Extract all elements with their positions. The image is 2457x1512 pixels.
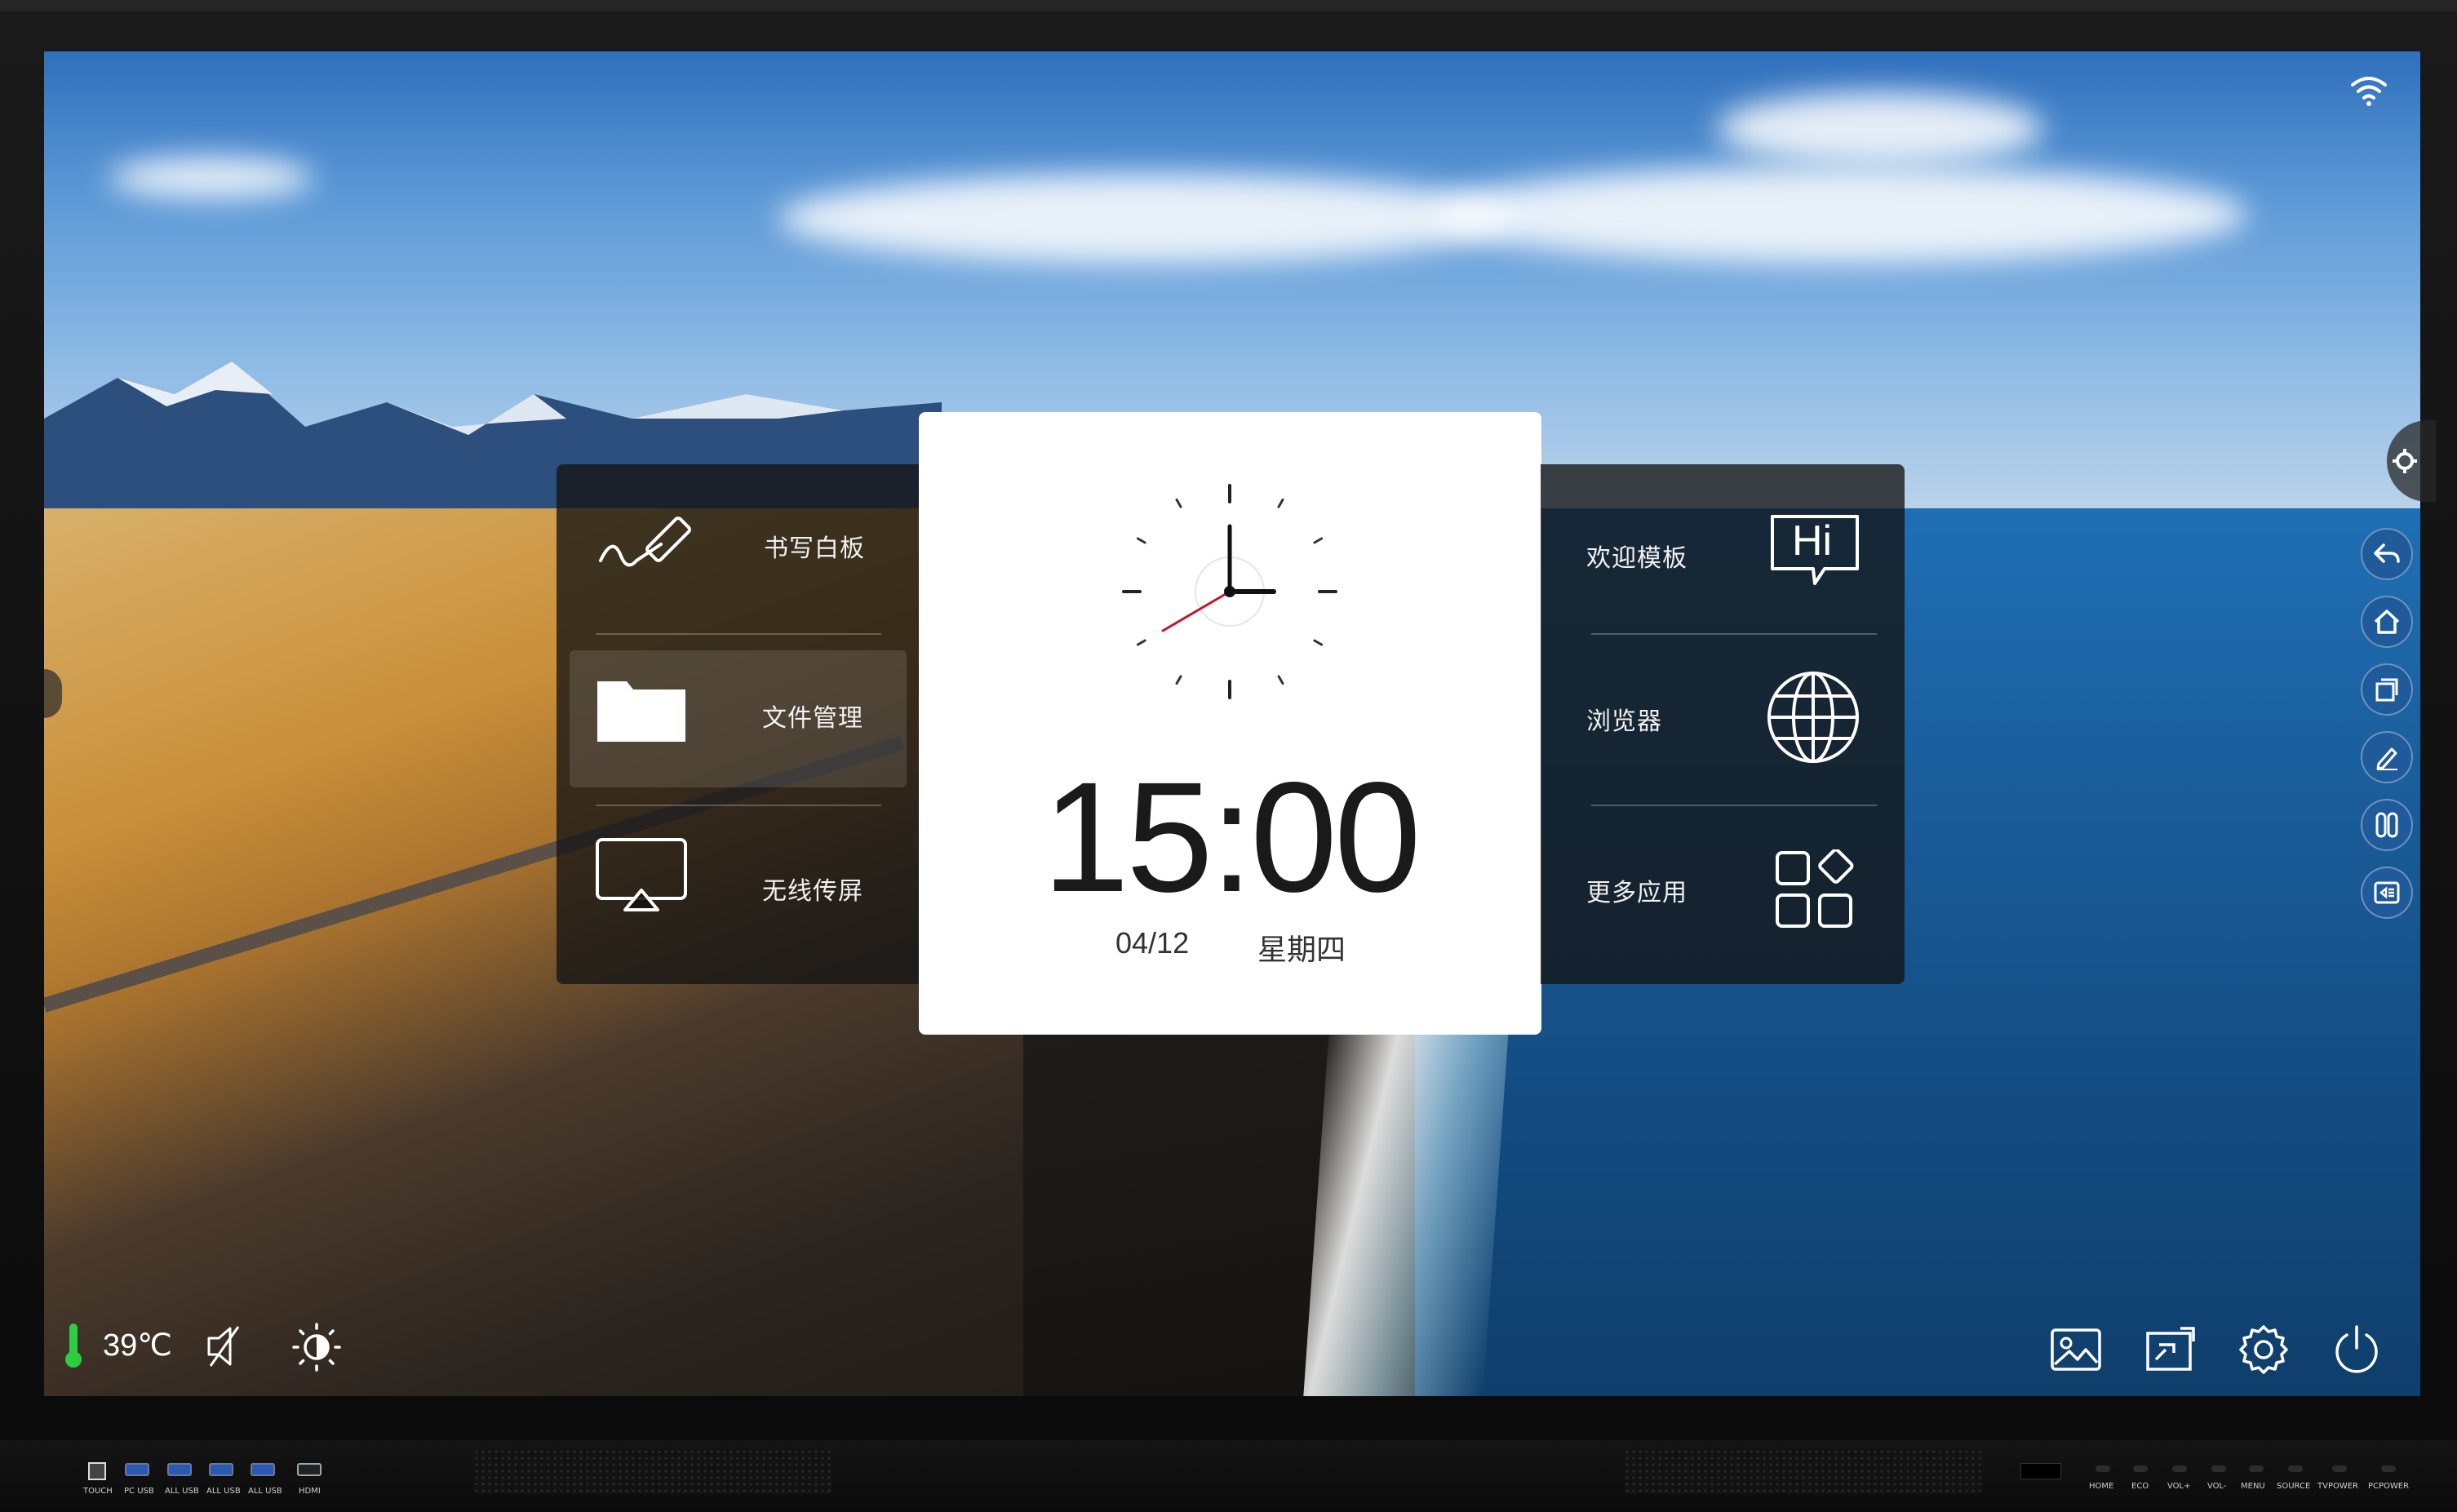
port-label: ALL USB xyxy=(206,1487,241,1496)
brightness-icon[interactable] xyxy=(291,1322,342,1372)
side-annotate-button[interactable] xyxy=(2361,731,2413,783)
bezel-top-edge xyxy=(0,0,2457,11)
front-key[interactable] xyxy=(2172,1465,2187,1472)
wallpaper-cloud xyxy=(778,174,1513,264)
menu-divider xyxy=(1591,633,1877,635)
front-key[interactable] xyxy=(2133,1465,2148,1472)
menu-divider xyxy=(596,633,881,635)
port-label: PC USB xyxy=(124,1487,154,1496)
port-label: TOUCH xyxy=(83,1487,113,1496)
side-windows-button[interactable] xyxy=(2361,663,2413,716)
front-key[interactable] xyxy=(2096,1465,2110,1472)
key-label: TVPOWER xyxy=(2317,1482,2359,1491)
date-text: 04/12 xyxy=(1115,926,1190,960)
side-home-button[interactable] xyxy=(2361,596,2413,648)
screen-icon[interactable] xyxy=(2144,1324,2197,1376)
weekday-text: 星期四 xyxy=(1257,933,1346,966)
menu-item-whiteboard[interactable]: 书写白板 xyxy=(557,464,920,624)
menu-item-wireless-cast[interactable]: 无线传屏 xyxy=(557,814,920,973)
ir-sensor xyxy=(2020,1463,2061,1479)
menu-divider xyxy=(1591,805,1877,806)
airplay-icon xyxy=(596,838,687,911)
digital-time: 15:00 xyxy=(1042,749,1421,924)
side-multitask-button[interactable] xyxy=(2361,799,2413,851)
clock-widget[interactable]: 15:00 04/12 星期四 xyxy=(919,412,1541,1035)
side-input-source-button[interactable] xyxy=(2361,867,2413,919)
speaker-icon[interactable] xyxy=(206,1324,248,1369)
speaker-grille-right xyxy=(1624,1448,1983,1494)
annotate-icon xyxy=(2376,747,2397,770)
side-back-button[interactable] xyxy=(2361,528,2413,580)
front-key[interactable] xyxy=(2249,1465,2264,1472)
apps-grid-icon xyxy=(1776,849,1854,928)
port-label: ALL USB xyxy=(248,1487,282,1496)
hdmi-port[interactable] xyxy=(297,1463,322,1476)
front-key[interactable] xyxy=(2288,1465,2303,1472)
front-key[interactable] xyxy=(2211,1465,2226,1472)
wallpaper-cloud xyxy=(1717,92,2043,166)
gear-icon xyxy=(2393,449,2417,473)
wifi-icon xyxy=(2351,77,2387,106)
menu-item-welcome-template[interactable]: 欢迎模板 Hi xyxy=(1541,464,1904,624)
menu-item-file-manager[interactable]: 文件管理 xyxy=(557,639,920,799)
key-label: MENU xyxy=(2241,1482,2265,1491)
menu-item-label: 无线传屏 xyxy=(762,877,863,906)
wallpaper-surf xyxy=(1303,1006,1510,1396)
usb-port[interactable] xyxy=(209,1463,233,1476)
menu-item-browser[interactable]: 浏览器 xyxy=(1541,639,1904,799)
hi-bubble-text: Hi xyxy=(1792,517,1833,565)
port-label: HDMI xyxy=(299,1487,321,1496)
home-icon xyxy=(2374,610,2400,634)
back-icon xyxy=(2374,543,2400,563)
usb-port[interactable] xyxy=(167,1463,192,1476)
folder-icon xyxy=(597,681,685,742)
input-source-icon xyxy=(2374,881,2400,904)
multitask-icon xyxy=(2375,812,2398,838)
analog-clock xyxy=(1122,484,1337,699)
touch-port[interactable] xyxy=(88,1462,106,1480)
menu-divider xyxy=(596,805,881,806)
usb-port[interactable] xyxy=(125,1463,149,1476)
settings-icon[interactable] xyxy=(2237,1324,2290,1376)
windows-icon xyxy=(2375,678,2398,702)
front-key[interactable] xyxy=(2332,1465,2347,1472)
temperature-text: 39℃ xyxy=(103,1328,172,1363)
key-label: VOL+ xyxy=(2167,1482,2191,1491)
key-label: HOME xyxy=(2089,1482,2114,1491)
key-label: VOL- xyxy=(2207,1482,2227,1491)
menu-item-more-apps[interactable]: 更多应用 xyxy=(1541,814,1904,973)
power-icon[interactable] xyxy=(2331,1324,2383,1376)
usb-port[interactable] xyxy=(251,1463,275,1476)
menu-item-label: 浏览器 xyxy=(1586,707,1662,736)
menu-item-label: 更多应用 xyxy=(1586,879,1688,907)
key-label: PCPOWER xyxy=(2368,1482,2410,1491)
quick-launch-left-panel: 书写白板 文件管理 无线传屏 xyxy=(557,464,920,984)
wallpaper-cloud xyxy=(1431,166,2247,264)
speaker-grille-left xyxy=(473,1448,832,1494)
quick-launch-right-panel: 欢迎模板 Hi 浏览器 更多应用 xyxy=(1541,464,1905,984)
front-key[interactable] xyxy=(2381,1465,2396,1472)
key-label: ECO xyxy=(2131,1482,2149,1491)
wallpaper-cloud xyxy=(109,157,313,198)
thermometer-icon xyxy=(65,1324,82,1368)
menu-item-label: 书写白板 xyxy=(764,534,865,563)
pen-icon xyxy=(599,517,691,567)
wallpaper-icon[interactable] xyxy=(2050,1324,2102,1376)
port-label: ALL USB xyxy=(165,1487,199,1496)
front-panel xyxy=(0,1440,2457,1512)
menu-item-label: 欢迎模板 xyxy=(1586,544,1688,573)
globe-icon xyxy=(1767,672,1859,763)
menu-item-label: 文件管理 xyxy=(762,704,863,733)
key-label: SOURCE xyxy=(2277,1482,2311,1491)
